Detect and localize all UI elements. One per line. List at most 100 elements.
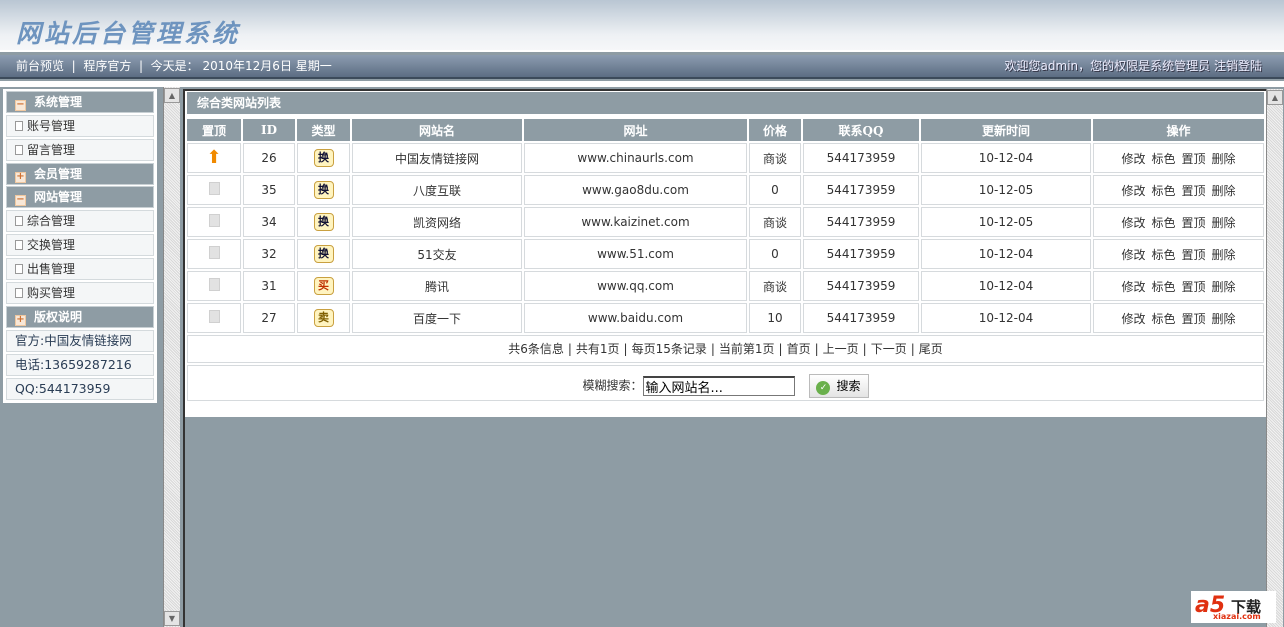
action-link[interactable]: 置顶	[1182, 216, 1206, 230]
url-cell: www.baidu.com	[524, 303, 747, 333]
action-link[interactable]: 标色	[1151, 216, 1175, 230]
pager-item: 共6条信息	[508, 342, 564, 356]
action-link[interactable]: 置顶	[1182, 280, 1206, 294]
qq-cell: 544173959	[803, 303, 919, 333]
sidebar-item[interactable]: 出售管理	[6, 258, 154, 280]
nav-link-official[interactable]: 程序官方	[83, 59, 131, 73]
action-link[interactable]: 修改	[1121, 312, 1145, 326]
actions-cell: 修改 标色 置顶 删除	[1093, 303, 1264, 333]
pager-item[interactable]: 上一页	[823, 342, 859, 356]
url-cell: www.qq.com	[524, 271, 747, 301]
pagination: 共6条信息 | 共有1页 | 每页15条记录 | 当前第1页 | 首页 | 上一页 | 下一页 | 尾页	[187, 335, 1264, 363]
sidebar-scrollbar[interactable]: ▲ ▼	[163, 87, 180, 627]
sidebar-group[interactable]: + 会员管理	[6, 163, 154, 185]
column-header: 联系QQ	[803, 119, 919, 141]
search-bar: 模糊搜索： ✓ 搜索	[187, 365, 1264, 401]
logo: 网站后台管理系统	[16, 19, 241, 48]
sidebar-item[interactable]: 留言管理	[6, 139, 154, 161]
updated-cell: 10-12-05	[921, 175, 1091, 205]
action-link[interactable]: 标色	[1151, 248, 1175, 262]
action-link[interactable]: 置顶	[1182, 184, 1206, 198]
top-cell[interactable]	[187, 239, 241, 269]
table-row: ⬆ 26 换 中国友情链接网 www.chinaurls.com 商谈 5441…	[187, 143, 1264, 173]
column-header: 价格	[749, 119, 801, 141]
qq-cell: 544173959	[803, 143, 919, 173]
type-cell: 换	[297, 207, 350, 237]
id-cell: 31	[243, 271, 295, 301]
top-cell[interactable]	[187, 303, 241, 333]
sidebar-item[interactable]: 交换管理	[6, 234, 154, 256]
table-row: 31 买 腾讯 www.qq.com 商谈 544173959 10-12-04…	[187, 271, 1264, 301]
column-header: 更新时间	[921, 119, 1091, 141]
actions-cell: 修改 标色 置顶 删除	[1093, 143, 1264, 173]
action-link[interactable]: 标色	[1151, 152, 1175, 166]
document-icon	[15, 145, 23, 155]
sidebar-item-label: 留言管理	[27, 143, 76, 157]
price-cell: 商谈	[749, 143, 801, 173]
type-cell: 卖	[297, 303, 350, 333]
copyright-line: QQ:544173959	[6, 378, 154, 400]
top-cell[interactable]	[187, 207, 241, 237]
sidebar-group[interactable]: + 版权说明	[6, 306, 154, 328]
action-link[interactable]: 删除	[1212, 312, 1236, 326]
action-link[interactable]: 删除	[1212, 184, 1236, 198]
arrow-up-icon[interactable]: ⬆	[206, 149, 221, 167]
pager-item[interactable]: 尾页	[919, 342, 943, 356]
nav-link-preview[interactable]: 前台预览	[16, 59, 64, 73]
search-input[interactable]	[642, 376, 795, 396]
table-row: 32 换 51交友 www.51.com 0 544173959 10-12-0…	[187, 239, 1264, 269]
sidebar-item[interactable]: 购买管理	[6, 282, 154, 304]
qq-cell: 544173959	[803, 207, 919, 237]
main-content: 综合类网站列表 置顶 ID 类型 网站名 网址 价格 联系QQ 更新时间 操作 ⬆ 26 换 中…	[183, 89, 1266, 627]
top-cell[interactable]	[187, 271, 241, 301]
action-link[interactable]: 修改	[1121, 280, 1145, 294]
action-link[interactable]: 置顶	[1182, 152, 1206, 166]
document-icon	[208, 278, 220, 291]
action-link[interactable]: 修改	[1121, 216, 1145, 230]
sidebar-group-title: 网站管理	[34, 190, 83, 204]
site-table: 置顶 ID 类型 网站名 网址 价格 联系QQ 更新时间 操作 ⬆ 26 换 中国友情链接网 w…	[185, 117, 1266, 335]
action-link[interactable]: 删除	[1212, 216, 1236, 230]
sidebar-item-label: 购买管理	[27, 286, 76, 300]
action-link[interactable]: 标色	[1151, 280, 1175, 294]
column-header: ID	[243, 119, 295, 141]
document-icon	[15, 121, 23, 131]
action-link[interactable]: 删除	[1212, 152, 1236, 166]
copyright-line: 电话:13659287216	[6, 354, 154, 376]
url-cell: www.chinaurls.com	[524, 143, 747, 173]
sidebar-item[interactable]: 综合管理	[6, 210, 154, 232]
sidebar-group[interactable]: − 系统管理	[6, 91, 154, 113]
panel-title: 综合类网站列表	[187, 92, 1264, 114]
url-cell: www.gao8du.com	[524, 175, 747, 205]
scroll-up-button[interactable]: ▲	[164, 88, 180, 103]
action-link[interactable]: 删除	[1212, 280, 1236, 294]
search-label: 模糊搜索：	[582, 378, 643, 393]
price-cell: 商谈	[749, 207, 801, 237]
pager-item[interactable]: 下一页	[871, 342, 907, 356]
logout-link[interactable]: 注销登陆	[1214, 59, 1262, 73]
main-scrollbar[interactable]: ▲	[1266, 89, 1283, 627]
id-cell: 35	[243, 175, 295, 205]
sidebar-item-label: 综合管理	[27, 214, 76, 228]
sidebar-item[interactable]: 账号管理	[6, 115, 154, 137]
search-button[interactable]: ✓ 搜索	[808, 374, 869, 398]
type-badge-icon: 买	[313, 277, 334, 295]
sidebar: − 系统管理 账号管理留言管理 + 会员管理 − 网站管理综合管理交换管理 出售管理购买管理 +…	[0, 87, 162, 627]
scroll-down-button[interactable]: ▼	[164, 611, 180, 626]
action-link[interactable]: 标色	[1151, 184, 1175, 198]
top-cell[interactable]: ⬆	[187, 143, 241, 173]
scroll-up-button[interactable]: ▲	[1267, 90, 1283, 105]
action-link[interactable]: 置顶	[1182, 312, 1206, 326]
qq-cell: 544173959	[803, 271, 919, 301]
site-name-cell: 中国友情链接网	[352, 143, 522, 173]
sidebar-group[interactable]: − 网站管理	[6, 186, 154, 208]
action-link[interactable]: 置顶	[1182, 248, 1206, 262]
action-link[interactable]: 修改	[1121, 152, 1145, 166]
action-link[interactable]: 删除	[1212, 248, 1236, 262]
action-link[interactable]: 修改	[1121, 248, 1145, 262]
action-link[interactable]: 修改	[1121, 184, 1145, 198]
pager-item[interactable]: 首页	[787, 342, 811, 356]
action-link[interactable]: 标色	[1151, 312, 1175, 326]
top-cell[interactable]	[187, 175, 241, 205]
today-label: 今天是：	[150, 59, 199, 73]
